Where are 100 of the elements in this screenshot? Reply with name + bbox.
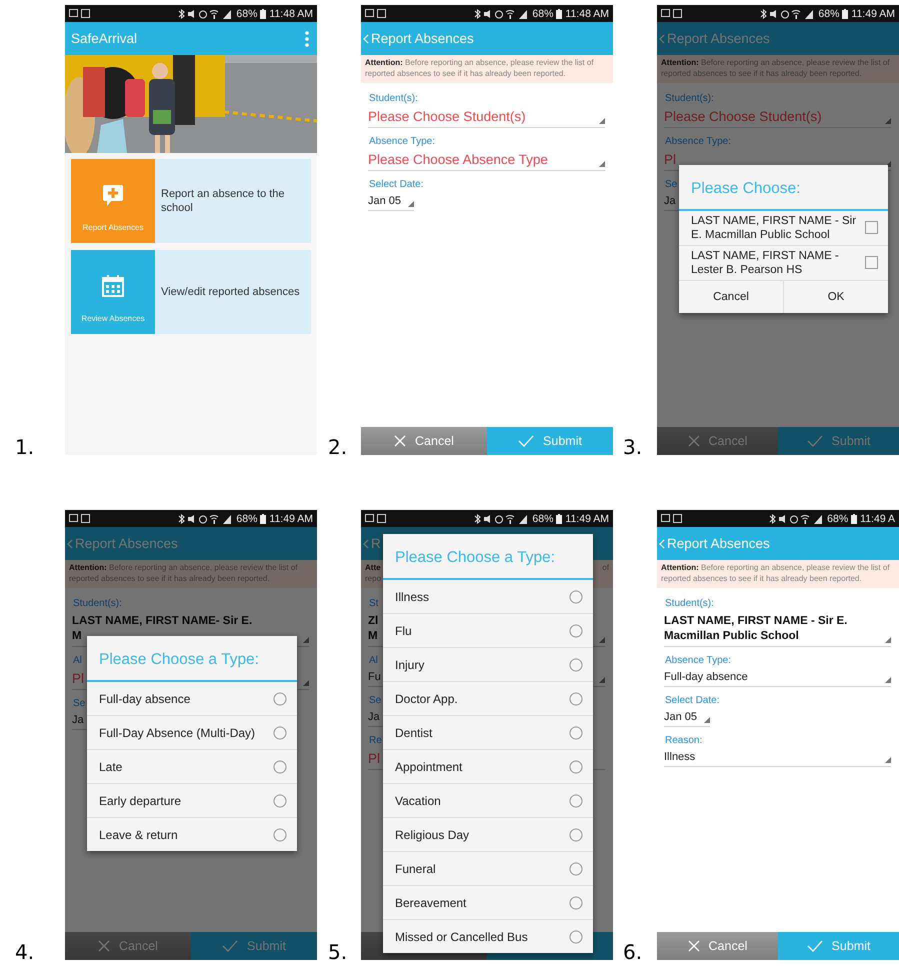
option-item[interactable]: LAST NAME, FIRST NAME - Lester B. Pearson HS	[679, 244, 888, 280]
back-icon[interactable]	[659, 34, 665, 44]
field-value[interactable]: Ja	[664, 194, 676, 207]
option-item[interactable]: LAST NAME, FIRST NAME - Sir E. Macmillan Public School	[679, 210, 888, 244]
field-label: Reason:	[664, 735, 702, 746]
radio-icon[interactable]	[569, 862, 583, 876]
field-value[interactable]: LAST NAME, FIRST NAME - Sir E. Macmillan Public School	[664, 614, 881, 644]
option-item[interactable]: Vacation	[383, 783, 593, 817]
notification-icons-drawing	[365, 9, 387, 18]
option-label: Full-day absence	[99, 692, 190, 706]
option-item[interactable]: Illness	[383, 580, 593, 613]
option-item[interactable]: Missed or Cancelled Bus	[383, 919, 593, 953]
status-time: 11:48 AM	[565, 8, 609, 20]
radio-icon[interactable]	[569, 930, 583, 944]
radio-icon[interactable]	[273, 726, 287, 740]
battery-icon	[556, 8, 562, 18]
dialog-button[interactable]: Cancel	[679, 280, 783, 312]
more-icon[interactable]	[305, 30, 309, 46]
battery-level: 68%	[532, 8, 554, 20]
option-item[interactable]: Full-day absence	[87, 682, 297, 715]
status-time: 11:49 A	[860, 512, 895, 524]
option-item[interactable]: Doctor App.	[383, 681, 593, 715]
option-label: LAST NAME, FIRST NAME - Lester B. Pearson HS	[691, 248, 840, 276]
option-item[interactable]: Funeral	[383, 851, 593, 885]
checkbox-icon[interactable]	[865, 221, 878, 234]
option-item[interactable]: Dentist	[383, 715, 593, 749]
battery-icon	[260, 514, 266, 524]
radio-icon[interactable]	[569, 590, 583, 604]
option-label: Leave & return	[99, 828, 178, 842]
field-value[interactable]: Jan 05	[664, 711, 698, 724]
radio-icon[interactable]	[569, 794, 583, 808]
field-value[interactable]: Fu	[368, 671, 381, 684]
option-item[interactable]: Religious Day	[383, 817, 593, 851]
status-icons-drawing	[177, 8, 234, 18]
field-value[interactable]: Ja	[72, 714, 84, 726]
status-time: 11:49 AM	[851, 8, 895, 20]
dialog-title: Please Choose a Type:	[383, 534, 593, 580]
field-label: Re	[368, 735, 382, 746]
radio-icon[interactable]	[273, 828, 287, 842]
screenshot-number: 1.	[15, 437, 36, 455]
status-time: 11:49 AM	[269, 512, 313, 524]
battery-level: 68%	[532, 512, 554, 524]
radio-icon[interactable]	[273, 794, 287, 808]
option-label: Bereavement	[395, 896, 466, 910]
notification-icons-drawing	[661, 514, 683, 523]
back-icon[interactable]	[659, 538, 665, 548]
option-item[interactable]: Appointment	[383, 749, 593, 783]
battery-level: 68%	[818, 8, 840, 20]
field-value[interactable]: Illness	[664, 751, 696, 764]
field-label: Absence Type:	[664, 136, 731, 147]
check-icon	[806, 435, 823, 447]
radio-icon[interactable]	[569, 828, 583, 842]
field-value[interactable]: Please Choose Absence Type	[368, 152, 548, 167]
option-label: Illness	[395, 590, 430, 604]
field-value[interactable]: M	[72, 628, 82, 644]
status-time: 11:49 AM	[565, 512, 609, 524]
back-icon[interactable]	[363, 34, 369, 44]
option-item[interactable]: Injury	[383, 647, 593, 681]
dialog-button[interactable]: OK	[783, 280, 888, 312]
field-label: Select Date:	[368, 178, 424, 190]
field-label: Se	[368, 695, 382, 706]
battery-icon	[851, 514, 858, 524]
option-item[interactable]: Leave & return	[87, 817, 297, 851]
notification-icons-drawing	[365, 514, 387, 523]
status-time: 11:48 AM	[269, 8, 313, 20]
field-value[interactable]: Ja	[368, 711, 380, 724]
check-icon	[518, 435, 534, 447]
field-value[interactable]: Full-day absence	[664, 671, 748, 684]
radio-icon[interactable]	[569, 624, 583, 638]
close-icon	[394, 435, 406, 447]
radio-icon[interactable]	[273, 692, 287, 706]
back-icon[interactable]	[363, 538, 369, 548]
field-value[interactable]: M	[368, 628, 378, 644]
screenshot-number: 4.	[15, 942, 36, 960]
attention-notice: Attention: Before reporting an absence, please review the list of reported absences to see if it has already been reported.	[657, 560, 899, 588]
radio-icon[interactable]	[569, 658, 583, 672]
field-value[interactable]: Jan 05	[368, 194, 402, 207]
battery-level: 68%	[827, 512, 848, 524]
field-value[interactable]: Zl	[368, 614, 378, 629]
screen-title: Report Absences	[667, 536, 770, 551]
option-item[interactable]: Full-Day Absence (Multi-Day)	[87, 715, 297, 749]
add-icon	[101, 182, 125, 206]
radio-icon[interactable]	[569, 760, 583, 774]
field-value[interactable]: LAST NAME, FIRST NAME- Sir E.	[72, 614, 252, 629]
screenshot-number: 6.	[623, 942, 644, 960]
option-item[interactable]: Flu	[383, 613, 593, 647]
radio-icon[interactable]	[273, 760, 287, 774]
notice-text: Atte	[365, 563, 381, 574]
radio-icon[interactable]	[569, 896, 583, 910]
back-icon[interactable]	[67, 538, 73, 548]
option-item[interactable]: Late	[87, 749, 297, 783]
checkbox-icon[interactable]	[865, 256, 878, 269]
option-item[interactable]: Bereavement	[383, 885, 593, 919]
field-value[interactable]: Please Choose Student(s)	[368, 108, 526, 124]
radio-icon[interactable]	[569, 692, 583, 706]
field-label: Al	[368, 655, 378, 666]
dialog-title: Please Choose:	[679, 164, 888, 210]
radio-icon[interactable]	[569, 726, 583, 740]
screenshot-number: 5.	[328, 942, 348, 960]
option-item[interactable]: Early departure	[87, 783, 297, 817]
